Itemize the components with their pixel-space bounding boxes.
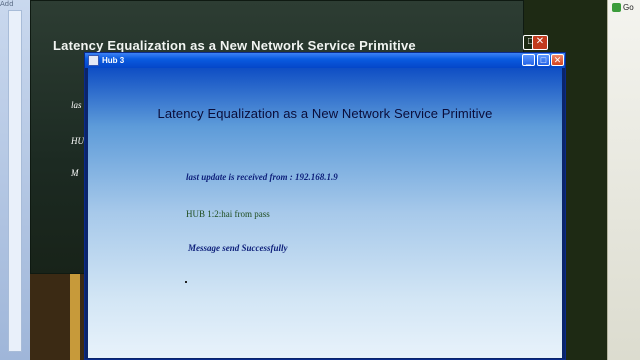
hub-window[interactable]: Hub 3 _ □ ✕ Latency Equalization as a Ne… <box>84 52 566 360</box>
desktop-right-strip: Go <box>607 0 640 360</box>
app-icon <box>88 55 99 66</box>
last-update-label: last update is received from : 192.168.1… <box>186 172 338 182</box>
background-taskbar-fragment <box>30 270 85 360</box>
back-close-button[interactable]: ✕ <box>532 35 548 50</box>
back-line-1: las <box>71 100 82 110</box>
back-window-title: Latency Equalization as a New Network Se… <box>53 38 416 53</box>
left-window-edge <box>8 10 22 352</box>
page-heading: Latency Equalization as a New Network Se… <box>157 106 493 121</box>
minimize-button[interactable]: _ <box>522 54 535 66</box>
hub-message-label: HUB 1:2:hai from pass <box>186 209 270 219</box>
back-line-2: HU <box>71 136 84 146</box>
close-button[interactable]: ✕ <box>551 54 564 66</box>
go-label: Go <box>623 2 634 12</box>
send-status-label: Message send Successfully <box>188 243 288 253</box>
cursor-dot <box>185 281 187 283</box>
back-line-3: M <box>71 168 79 178</box>
window-title: Hub 3 <box>102 56 125 65</box>
go-button[interactable]: Go <box>612 1 638 13</box>
desktop-left-strip: Add <box>0 0 30 360</box>
maximize-button[interactable]: □ <box>537 54 550 66</box>
window-client-area: Latency Equalization as a New Network Se… <box>88 68 562 358</box>
background-stripe <box>70 270 80 360</box>
title-bar[interactable]: Hub 3 _ □ ✕ <box>85 53 565 68</box>
go-arrow-icon <box>612 2 621 12</box>
